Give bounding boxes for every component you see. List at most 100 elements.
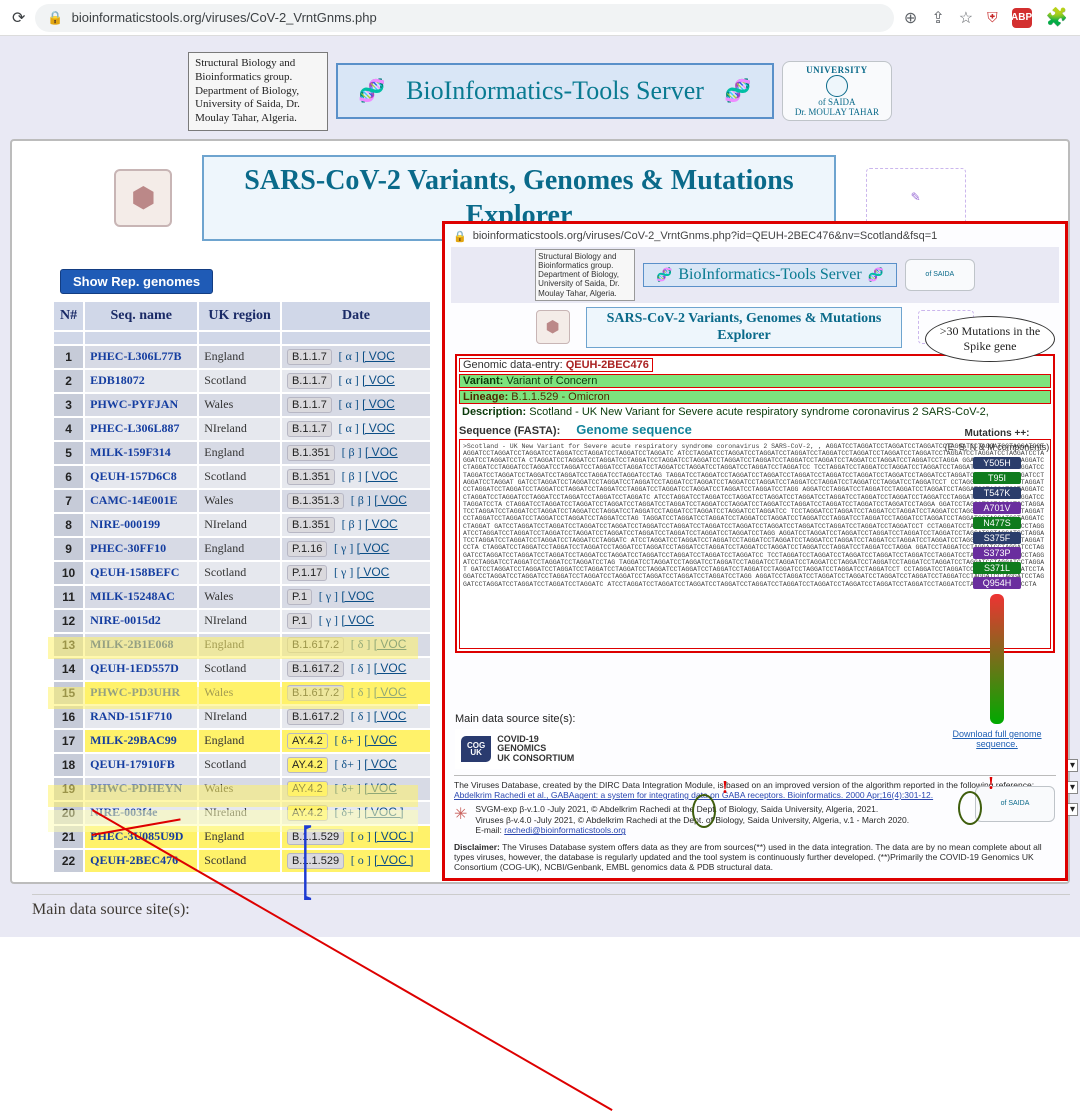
affiliation-text: Structural Biology and Bioinformatics gr…	[188, 52, 328, 131]
sequence-link[interactable]: QEUH-1ED557D	[84, 657, 198, 681]
page-url: bioinformaticstools.org/viruses/CoV-2_Vr…	[72, 10, 377, 25]
voc-link[interactable]: [ VOC	[362, 373, 395, 387]
voc-link[interactable]: [ VOC	[341, 613, 374, 627]
sequence-link[interactable]: NIRE-0015d2	[84, 609, 198, 633]
voc-link[interactable]: [ VOC	[365, 469, 398, 483]
table-row: 18QEUH-17910FBScotlandAY.4.2 [ δ+ ] [ VO…	[53, 753, 431, 777]
lineage-cell: AY.4.2 [ δ+ ] [ VOC	[281, 729, 431, 753]
table-row: 6QEUH-157D6C8ScotlandB.1.351 [ β ] [ VOC	[53, 465, 431, 489]
sequence-link[interactable]: QEUH-158BEFC	[84, 561, 198, 585]
region-cell: Scotland	[198, 657, 281, 681]
voc-link[interactable]: [ VOC	[362, 397, 395, 411]
sequence-link[interactable]: CAMC-14E001E	[84, 489, 198, 513]
region-cell: Wales	[198, 585, 281, 609]
sequence-link[interactable]: QEUH-17910FB	[84, 753, 198, 777]
mutation-badge[interactable]: S373P	[973, 547, 1021, 559]
mutation-badge[interactable]: Q954H	[973, 577, 1021, 589]
voc-link[interactable]: [ VOC	[365, 517, 398, 531]
virus-icon: ⬢	[536, 310, 570, 344]
abp-icon[interactable]: ABP	[1012, 8, 1032, 28]
row-index: 17	[53, 729, 84, 753]
voc-link[interactable]: [ VOC	[364, 757, 397, 771]
reference-link[interactable]: Abdelkrim Rachedi et al., GABAagent: a s…	[454, 790, 933, 800]
region-cell: Scotland	[198, 465, 281, 489]
lineage-cell: B.1.1.7 [ α ] [ VOC	[281, 345, 431, 369]
col-n: N#	[53, 301, 84, 331]
voc-link[interactable]: [ VOC	[357, 541, 390, 555]
sequence-link[interactable]: NIRE-000199	[84, 513, 198, 537]
region-cell: England	[198, 345, 281, 369]
sequence-link[interactable]: QEUH-157D6C8	[84, 465, 198, 489]
sequence-link[interactable]: MILK-159F314	[84, 441, 198, 465]
url-field[interactable]: 🔒 bioinformaticstools.org/viruses/CoV-2_…	[35, 4, 894, 32]
virus-icon: ✳	[454, 804, 467, 824]
voc-link[interactable]: [ VOC	[374, 493, 407, 507]
mutation-badge[interactable]: Y505H	[973, 457, 1021, 469]
mutation-badge[interactable]: T95I	[973, 472, 1021, 484]
col-seq: Seq. name	[84, 301, 198, 331]
voc-link[interactable]: [ VOC	[364, 733, 397, 747]
lineage-cell: B.1.351.3 [ β ] [ VOC	[281, 489, 431, 513]
mutation-badge[interactable]: S375F	[973, 532, 1021, 544]
voc-link[interactable]: [ VOC	[341, 589, 374, 603]
region-cell: NIreland	[198, 417, 281, 441]
mutation-badge[interactable]: A701V	[973, 502, 1021, 514]
voc-link[interactable]: [ VOC	[365, 445, 398, 459]
voc-link[interactable]: [ VOC	[362, 349, 395, 363]
voc-link[interactable]: [ VOC	[362, 421, 395, 435]
sequence-link[interactable]: PHEC-30FF10	[84, 537, 198, 561]
extensions-icon[interactable]: 🧩	[1046, 7, 1068, 28]
table-row: 9PHEC-30FF10EnglandP.1.16 [ γ ] [ VOC	[53, 537, 431, 561]
row-index: 12	[53, 609, 84, 633]
show-rep-genomes-button[interactable]: Show Rep. genomes	[60, 269, 213, 294]
sequence-link[interactable]: EDB18072	[84, 369, 198, 393]
row-index: 10	[53, 561, 84, 585]
mutation-badge[interactable]: T547K	[973, 487, 1021, 499]
mutation-badge[interactable]: N477S	[973, 517, 1021, 529]
table-row: 5MILK-159F314EnglandB.1.351 [ β ] [ VOC	[53, 441, 431, 465]
mutation-count-callout: >30 Mutations in the Spike gene	[925, 316, 1055, 362]
sequence-link[interactable]: PHEC-L306L887	[84, 417, 198, 441]
sequence-link[interactable]: PHEC-L306L77B	[84, 345, 198, 369]
table-row: 7CAMC-14E001EWalesB.1.351.3 [ β ] [ VOC	[53, 489, 431, 513]
sequence-link[interactable]: MILK-15248AC	[84, 585, 198, 609]
row-index: 18	[53, 753, 84, 777]
lineage-cell: B.1.1.7 [ α ] [ VOC	[281, 417, 431, 441]
voc-link[interactable]: [ VOC	[357, 565, 390, 579]
cog-uk-logo[interactable]: COGUK COVID-19 GENOMICS UK CONSORTIUM	[455, 729, 580, 769]
col-date: Date	[281, 301, 431, 331]
lineage-cell: B.1.351 [ β ] [ VOC	[281, 441, 431, 465]
row-index: 2	[53, 369, 84, 393]
star-icon[interactable]: ☆	[959, 8, 973, 28]
email-link[interactable]: rachedi@bioinformaticstools.org	[504, 825, 626, 835]
dna-icon: 🧬	[656, 267, 672, 283]
zoom-icon[interactable]: ⊕	[904, 8, 917, 28]
row-index: 1	[53, 345, 84, 369]
banner-title: BioInformatics-Tools Server	[406, 76, 704, 106]
region-cell: England	[198, 537, 281, 561]
row-index: 4	[53, 417, 84, 441]
sequence-link[interactable]: PHWC-PYFJAN	[84, 393, 198, 417]
row-index: 22	[53, 849, 84, 873]
region-cell: NIreland	[198, 513, 281, 537]
shield-icon[interactable]: ⛨	[987, 9, 998, 26]
site-header: Structural Biology and Bioinformatics gr…	[10, 46, 1070, 139]
lineage-cell: P.1 [ γ ] [ VOC	[281, 585, 431, 609]
lineage-cell: B.1.617.2 [ δ ] [ VOC	[281, 657, 431, 681]
row-index: 9	[53, 537, 84, 561]
lineage-cell: B.1.1.7 [ α ] [ VOC	[281, 393, 431, 417]
row-index: 14	[53, 657, 84, 681]
voc-link[interactable]: [ VOC ]	[374, 853, 413, 867]
region-cell: Scotland	[198, 849, 281, 873]
share-icon[interactable]: ⇪	[931, 8, 944, 28]
dna-icon: 🧬	[718, 71, 758, 111]
voc-link[interactable]: [ VOC	[374, 661, 407, 675]
voc-link[interactable]: [ VOC	[374, 709, 407, 723]
mutation-badge[interactable]: S371L	[973, 562, 1021, 574]
download-genome-link[interactable]: Download full genome sequence.	[937, 729, 1057, 749]
region-cell: Wales	[198, 393, 281, 417]
row-index: 11	[53, 585, 84, 609]
lineage-cell: B.1.1.7 [ α ] [ VOC	[281, 369, 431, 393]
sequence-link[interactable]: MILK-29BAC99	[84, 729, 198, 753]
reload-icon[interactable]: ⟳	[12, 8, 25, 28]
